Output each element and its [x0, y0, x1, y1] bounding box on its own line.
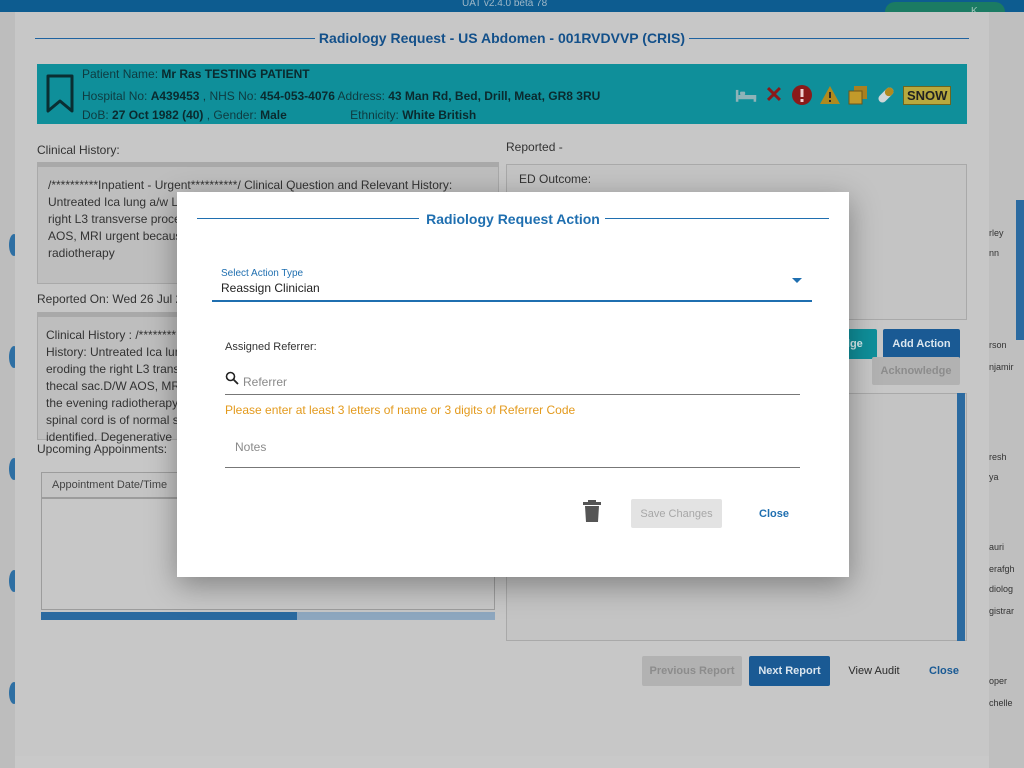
referrer-input[interactable] — [241, 373, 781, 391]
notes-input[interactable] — [233, 438, 793, 460]
radiology-request-action-dialog: Radiology Request Action Select Action T… — [177, 192, 849, 577]
referrer-field — [225, 367, 800, 395]
dialog-title: Radiology Request Action — [426, 211, 600, 227]
save-changes-button[interactable]: Save Changes — [631, 499, 722, 528]
chevron-down-icon[interactable] — [792, 278, 802, 283]
close-dialog-button[interactable]: Close — [749, 499, 799, 528]
search-icon — [225, 371, 239, 385]
referrer-hint: Please enter at least 3 letters of name … — [225, 403, 576, 417]
action-type-label: Select Action Type — [221, 268, 304, 279]
action-type-select[interactable]: Select Action Type Reassign Clinician — [212, 264, 812, 302]
assigned-referrer-label: Assigned Referrer: — [225, 341, 317, 353]
notes-field — [225, 432, 800, 468]
action-type-value: Reassign Clinician — [221, 281, 320, 295]
trash-icon[interactable] — [582, 499, 602, 523]
